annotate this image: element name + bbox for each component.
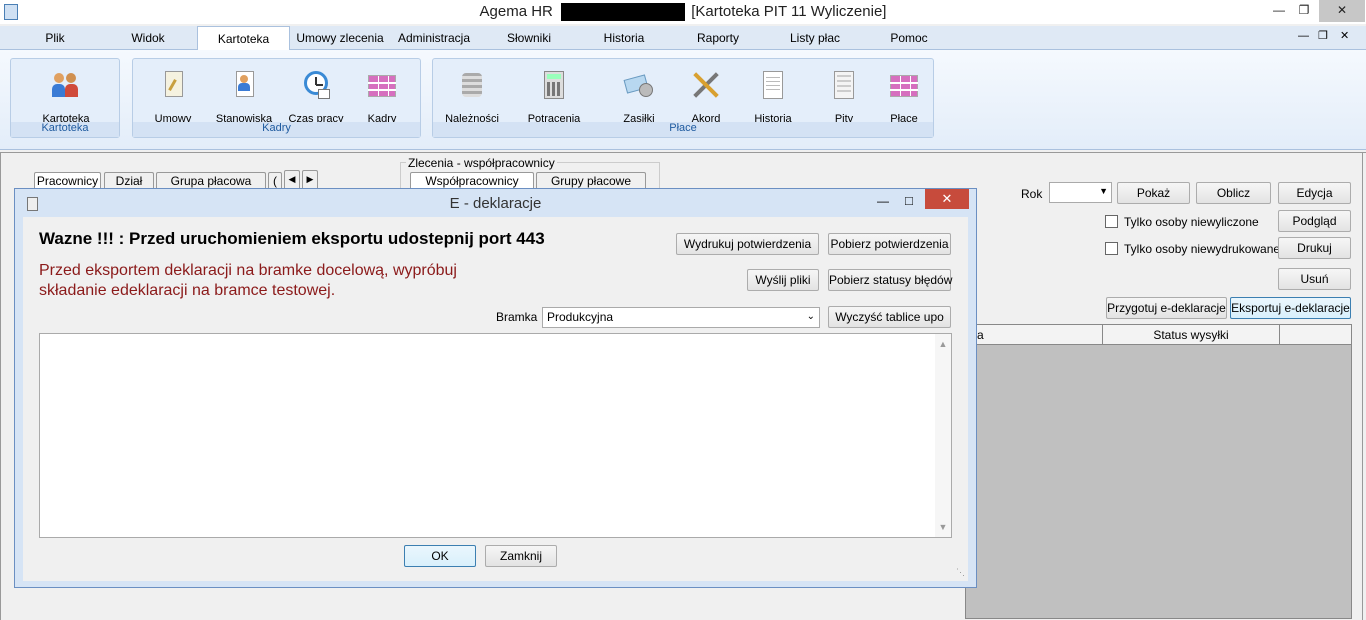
dialog-minimize-icon[interactable]: — <box>877 194 889 208</box>
warning-heading: Wazne !!! : Przed uruchomieniem eksportu… <box>39 229 545 248</box>
tab-pomoc[interactable]: Pomoc <box>880 26 938 50</box>
main-left-border <box>0 153 1 620</box>
log-textarea[interactable]: ▲ ▼ <box>39 333 952 538</box>
warning-message: Przed eksportem deklaracji na bramke doc… <box>39 262 457 299</box>
money-icon <box>623 69 655 101</box>
ribbon-minimize-icon[interactable]: — <box>1298 30 1309 42</box>
minimize-icon[interactable]: — <box>1268 0 1290 22</box>
tab-listy-plac[interactable]: Listy płac <box>780 26 850 50</box>
niewydrukowane-label: Tylko osoby niewydrukowane <box>1124 242 1281 256</box>
contract-icon <box>157 69 189 101</box>
podglad-button[interactable]: Podgląd <box>1278 210 1351 232</box>
bramka-label: Bramka <box>496 310 538 324</box>
wyslij-pliki-button[interactable]: Wyślij pliki <box>747 269 819 291</box>
ribbon-group-label: Kartoteka <box>11 122 119 137</box>
grid-column-header[interactable]: Status wysyłki <box>1103 328 1279 342</box>
niewyliczone-checkbox[interactable] <box>1105 215 1118 228</box>
coins-icon <box>456 69 488 101</box>
bramka-select[interactable]: Produkcyjna ⌄ <box>542 307 820 328</box>
ribbon-group-place: Należności Potrącenia Zasiłki Akord Hist… <box>432 58 934 138</box>
grid-header: a Status wysyłki <box>966 325 1351 345</box>
eksportuj-e-deklaracje-button[interactable]: Eksportuj e-deklaracje <box>1230 297 1351 319</box>
rok-select[interactable]: ▼ <box>1049 182 1112 203</box>
tab-slowniki[interactable]: Słowniki <box>497 26 561 50</box>
close-icon[interactable]: ✕ <box>1319 0 1365 22</box>
restore-icon[interactable]: ❐ <box>1293 0 1315 22</box>
ribbon-place-button[interactable]: Płace <box>869 69 939 129</box>
chevron-down-icon: ▼ <box>1099 186 1108 196</box>
chevron-down-icon: ⌄ <box>806 311 815 322</box>
tools-icon <box>690 69 722 101</box>
tab-raporty[interactable]: Raporty <box>688 26 748 50</box>
calculator-icon <box>538 69 570 101</box>
redacted-block <box>561 3 685 21</box>
tab-scroll-left-icon[interactable]: ◀ <box>284 170 300 188</box>
ribbon: Kartoteka Kartoteka Umowy Stanowiska Cza… <box>0 50 1366 150</box>
ribbon-tabs: Plik Widok Kartoteka Umowy zlecenia Admi… <box>0 26 1366 51</box>
ribbon-kadry-button[interactable]: Kadry <box>347 69 417 129</box>
ribbon-stanowiska-button[interactable]: Stanowiska <box>209 69 279 129</box>
przygotuj-e-deklaracje-button[interactable]: Przygotuj e-deklaracje <box>1106 297 1227 319</box>
ribbon-historia-button[interactable]: Historia <box>738 69 808 129</box>
document-icon <box>757 69 789 101</box>
grid-column-divider <box>1279 325 1280 345</box>
dialog-body: Wazne !!! : Przed uruchomieniem eksportu… <box>23 217 968 581</box>
scroll-down-icon[interactable]: ▼ <box>935 519 951 535</box>
clock-icon <box>300 69 332 101</box>
ribbon-group-kadry: Umowy Stanowiska Czas pracy Kadry Kadry <box>132 58 421 138</box>
form-icon <box>828 69 860 101</box>
tab-historia[interactable]: Historia <box>594 26 654 50</box>
grid-column-header[interactable]: a <box>977 328 984 342</box>
people-icon <box>50 69 82 101</box>
zlecenia-group-label: Zlecenia - współpracownicy <box>406 156 557 170</box>
scroll-up-icon[interactable]: ▲ <box>935 336 951 352</box>
niewyliczone-label: Tylko osoby niewyliczone <box>1124 215 1259 229</box>
tab-widok[interactable]: Widok <box>120 26 176 50</box>
ribbon-group-label: Płace <box>433 122 933 137</box>
tab-kartoteka[interactable]: Kartoteka <box>197 26 290 51</box>
tab-administracja[interactable]: Administracja <box>392 26 476 50</box>
e-deklaracje-dialog: E - deklaracje — □ ✕ Wazne !!! : Przed u… <box>14 188 977 588</box>
grid-icon <box>366 69 398 101</box>
ribbon-group-kartoteka: Kartoteka Kartoteka <box>10 58 120 138</box>
data-grid: a Status wysyłki <box>965 324 1352 619</box>
wyczysc-tablice-upo-button[interactable]: Wyczyść tablice upo <box>828 306 951 328</box>
main-right-border <box>1362 153 1363 620</box>
dialog-title: E - deklaracje <box>449 195 542 212</box>
rok-label: Rok <box>1021 187 1043 201</box>
zamknij-button[interactable]: Zamknij <box>485 545 557 567</box>
tab-umowy-zlecenia[interactable]: Umowy zlecenia <box>292 26 388 50</box>
dialog-close-icon[interactable]: ✕ <box>925 189 969 209</box>
vertical-scrollbar[interactable]: ▲ ▼ <box>935 334 951 537</box>
ribbon-close-icon[interactable]: ✕ <box>1340 29 1349 42</box>
ribbon-group-label: Kadry <box>133 122 420 137</box>
tab-scroll-right-icon[interactable]: ▶ <box>302 170 318 188</box>
window-title-prefix: Agema HR <box>479 3 553 20</box>
window-title-suffix: [Kartoteka PIT 11 Wyliczenie] <box>691 3 887 20</box>
ribbon-potracenia-button[interactable]: Potrącenia <box>519 69 589 129</box>
ribbon-kartoteka-button[interactable]: Kartoteka <box>31 69 101 129</box>
grid-icon <box>888 69 920 101</box>
ribbon-naleznosci-button[interactable]: Należności <box>437 69 507 129</box>
window-title-bar: Agema HR [Kartoteka PIT 11 Wyliczenie] —… <box>0 0 1366 24</box>
bramka-selected-value: Produkcyjna <box>547 310 614 324</box>
dialog-title-bar: E - deklaracje — □ ✕ <box>15 189 976 217</box>
pobierz-potwierdzenia-button[interactable]: Pobierz potwierdzenia <box>828 233 951 255</box>
resize-grip-icon[interactable]: ⋱ <box>956 567 965 578</box>
ribbon-umowy-button[interactable]: Umowy <box>138 69 208 129</box>
ok-button[interactable]: OK <box>404 545 476 567</box>
dialog-maximize-icon[interactable]: □ <box>905 193 913 208</box>
drukuj-button[interactable]: Drukuj <box>1278 237 1351 259</box>
niewydrukowane-checkbox[interactable] <box>1105 242 1118 255</box>
wydrukuj-potwierdzenia-button[interactable]: Wydrukuj potwierdzenia <box>676 233 819 255</box>
tab-plik[interactable]: Plik <box>30 26 80 50</box>
usun-button[interactable]: Usuń <box>1278 268 1351 290</box>
person-doc-icon <box>228 69 260 101</box>
pokaz-button[interactable]: Pokaż <box>1117 182 1190 204</box>
ribbon-restore-icon[interactable]: ❐ <box>1318 29 1328 42</box>
edycja-button[interactable]: Edycja <box>1278 182 1351 204</box>
oblicz-button[interactable]: Oblicz <box>1196 182 1271 204</box>
pobierz-statusy-bledow-button[interactable]: Pobierz statusy błędów <box>828 269 952 291</box>
